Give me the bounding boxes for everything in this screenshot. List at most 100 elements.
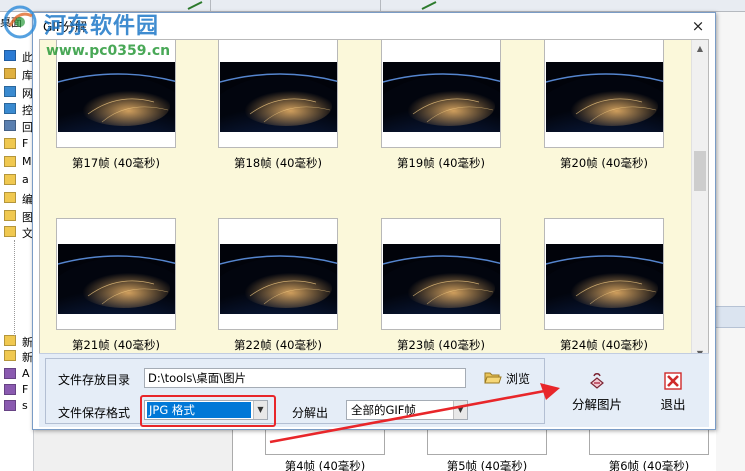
tree-item-label: F <box>22 137 29 150</box>
file-list-panel <box>716 12 745 471</box>
tree-item[interactable]: 库 <box>2 66 33 82</box>
chevron-down-icon[interactable]: ▼ <box>453 401 467 419</box>
close-icon[interactable]: × <box>687 16 709 36</box>
background-frame-caption: 第4帧 (40毫秒) <box>284 459 366 471</box>
earth-night-image <box>546 244 663 314</box>
tree-item[interactable]: A <box>2 366 32 382</box>
tree-item-label: M <box>22 155 32 168</box>
frame-caption: 第22帧 (40毫秒) <box>234 338 322 352</box>
frame-caption: 第17帧 (40毫秒) <box>72 156 160 170</box>
split-range-value: 全部的GIF帧 <box>351 403 416 417</box>
tree-item[interactable]: M <box>2 154 32 170</box>
vertical-scrollbar[interactable]: ▲ ▼ <box>691 40 708 362</box>
split-icon <box>590 373 604 389</box>
frame-grid: ▲ ▼ 第17帧 (40毫秒) 第18帧 (40毫秒) 第19帧 (40毫秒) 第20… <box>39 39 709 363</box>
frame-thumbnail <box>544 40 664 148</box>
scroll-thumb[interactable] <box>694 151 706 192</box>
tree-item[interactable]: 此 <box>2 48 33 64</box>
open-folder-icon <box>484 372 502 384</box>
frame-thumbnail <box>218 218 338 330</box>
folder-icon <box>4 210 16 221</box>
annotation-highlight-box <box>140 395 276 427</box>
frame-item[interactable]: 第20帧 (40毫秒) <box>544 40 664 178</box>
tree-guide-line <box>14 240 15 336</box>
frame-caption: 第21帧 (40毫秒) <box>72 338 160 352</box>
tree-item[interactable]: F <box>2 382 32 398</box>
earth-night-image <box>546 62 663 132</box>
browse-label: 浏览 <box>506 372 531 386</box>
main-toolbar <box>0 0 745 12</box>
tree-item-label: a <box>22 173 29 186</box>
tree-item[interactable]: 编 <box>2 190 33 206</box>
tree-item-label: F <box>22 383 29 396</box>
recycle-bin-icon <box>4 120 16 131</box>
frame-thumbnail <box>218 40 338 148</box>
folder-icon <box>4 350 16 361</box>
tree-item[interactable]: 回 <box>2 118 33 134</box>
tree-item[interactable]: 图 <box>2 208 33 224</box>
earth-night-image <box>383 62 500 132</box>
tree-item[interactable]: 文 <box>2 224 33 240</box>
archive-icon <box>4 400 16 411</box>
tree-item[interactable]: s <box>2 398 32 414</box>
format-label: 文件保存格式 <box>58 406 131 420</box>
archive-icon <box>4 368 16 379</box>
split-range-select[interactable]: 全部的GIF帧 ▼ <box>346 400 468 420</box>
dir-label: 文件存放目录 <box>58 373 131 387</box>
frame-item[interactable]: 第23帧 (40毫秒) <box>381 218 501 360</box>
split-label: 分解出 <box>292 406 329 420</box>
frame-caption: 第24帧 (40毫秒) <box>560 338 648 352</box>
folder-icon <box>4 156 16 167</box>
earth-night-image <box>220 244 337 314</box>
network-icon <box>4 86 16 97</box>
folder-tree-panel: 桌面此库网控回 F Ma 编图文新新 A Fs <box>0 12 34 471</box>
tree-item[interactable]: a <box>2 172 32 188</box>
background-frame-caption: 第5帧 (40毫秒) <box>446 459 528 471</box>
dialog-titlebar: GIF分解 × <box>33 13 715 39</box>
split-image-button[interactable]: 分解图片 <box>561 372 633 418</box>
frame-caption: 第23帧 (40毫秒) <box>397 338 485 352</box>
earth-night-image <box>58 244 175 314</box>
tree-item[interactable]: 新 <box>2 333 33 349</box>
frame-item[interactable]: 第22帧 (40毫秒) <box>218 218 338 360</box>
scroll-up-icon[interactable]: ▲ <box>692 40 708 57</box>
frame-thumbnail <box>381 40 501 148</box>
split-image-label: 分解图片 <box>571 397 622 412</box>
earth-night-image <box>383 244 500 314</box>
toolbar-separator <box>210 0 211 11</box>
background-frame-caption: 第6帧 (40毫秒) <box>608 459 690 471</box>
tree-item[interactable]: 新 <box>2 348 33 364</box>
frame-item[interactable]: 第19帧 (40毫秒) <box>381 40 501 178</box>
toolbar-arrow-icon[interactable] <box>420 0 438 11</box>
monitor-icon <box>4 50 16 61</box>
frame-thumbnail <box>381 218 501 330</box>
earth-night-image <box>220 62 337 132</box>
tree-item[interactable]: 网 <box>2 84 33 100</box>
toolbar-arrow-icon[interactable] <box>186 0 204 11</box>
earth-night-image <box>58 62 175 132</box>
frame-item[interactable]: 第18帧 (40毫秒) <box>218 40 338 178</box>
frame-item[interactable]: 第21帧 (40毫秒) <box>56 218 176 360</box>
frame-caption: 第18帧 (40毫秒) <box>234 156 322 170</box>
frame-caption: 第20帧 (40毫秒) <box>560 156 648 170</box>
frame-item[interactable]: 第17帧 (40毫秒) <box>56 40 176 178</box>
dialog-title: GIF分解 <box>43 20 87 34</box>
tree-root-label: 桌面 <box>0 16 22 29</box>
folder-icon <box>4 138 16 149</box>
folder-icon <box>4 192 16 203</box>
file-list-header <box>716 306 745 328</box>
folder-icon <box>4 335 16 346</box>
library-icon <box>4 68 16 79</box>
frame-thumbnail <box>56 218 176 330</box>
background-frame-strip: 第4帧 (40毫秒) 第5帧 (40毫秒) 第6帧 (40毫秒) <box>232 425 716 471</box>
tree-item[interactable]: 控 <box>2 101 33 117</box>
exit-button[interactable]: 退出 <box>645 372 701 418</box>
browse-button[interactable]: 浏览 <box>482 367 542 389</box>
frame-item[interactable]: 第24帧 (40毫秒) <box>544 218 664 360</box>
output-dir-field[interactable]: D:\tools\桌面\图片 <box>144 368 466 388</box>
options-panel: 文件存放目录 D:\tools\桌面\图片 浏览 文件保存格式 JPG 格式 ▼… <box>39 353 709 427</box>
tree-item[interactable]: F <box>2 136 32 152</box>
frame-caption: 第19帧 (40毫秒) <box>397 156 485 170</box>
tree-item-label: A <box>22 367 30 380</box>
options-group: 文件存放目录 D:\tools\桌面\图片 浏览 文件保存格式 JPG 格式 ▼… <box>45 358 545 427</box>
